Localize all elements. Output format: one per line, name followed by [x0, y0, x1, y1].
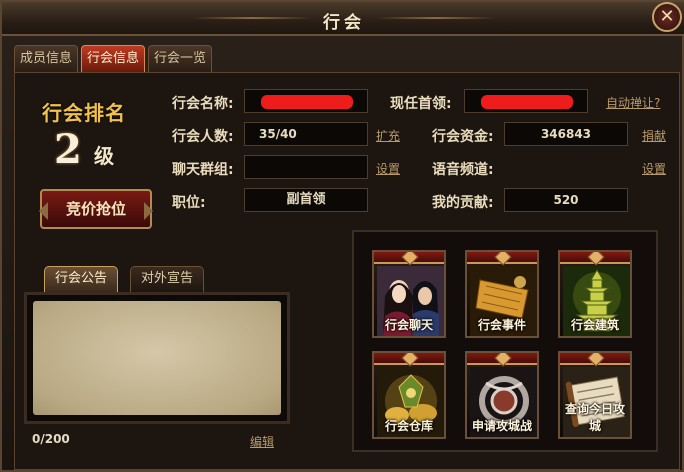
- guild-warehouse-label: 行会仓库: [384, 419, 433, 433]
- rank-unit: 级: [94, 144, 114, 168]
- siege-apply-label: 申请攻城战: [471, 419, 532, 433]
- contribution-label: 我的贡献:: [432, 195, 494, 211]
- funds-label: 行会资金:: [432, 129, 494, 145]
- chat-group-field[interactable]: [244, 155, 368, 179]
- siege-apply-card[interactable]: 申请攻城战: [465, 351, 539, 439]
- bid-for-rank-button[interactable]: 竞价抢位: [39, 189, 153, 229]
- guild-name-label: 行会名称:: [172, 96, 234, 112]
- chat-group-set-link[interactable]: 设置: [376, 160, 400, 177]
- donate-link[interactable]: 捐献: [642, 127, 666, 144]
- title-bar: 行会 ✕: [2, 2, 684, 36]
- notice-tabs: 行会公告 对外宣告: [44, 266, 205, 292]
- siege-query-card[interactable]: 查询今日攻城: [558, 351, 632, 439]
- leader-label: 现任首领:: [390, 96, 452, 112]
- guild-buildings-label: 行会建筑: [570, 318, 619, 332]
- auto-abdicate-link[interactable]: 自动禅让?: [606, 94, 660, 111]
- card-crown: [467, 252, 537, 264]
- tab-public-announcement[interactable]: 对外宣告: [130, 266, 205, 292]
- notice-box: [24, 292, 290, 424]
- notice-text-area[interactable]: [33, 301, 281, 415]
- tab-guild-list[interactable]: 行会一览: [148, 45, 213, 72]
- card-crown: [560, 353, 630, 365]
- rank-value: 2: [54, 126, 82, 173]
- guild-events-label: 行会事件: [477, 318, 526, 332]
- position-field: 副首领: [244, 188, 368, 212]
- voice-channel-label: 语音频道:: [432, 162, 494, 178]
- guild-chat-card[interactable]: 行会聊天: [372, 250, 446, 338]
- members-label: 行会人数:: [172, 129, 234, 145]
- card-crown: [467, 353, 537, 365]
- guild-name-field: [244, 89, 368, 113]
- close-icon[interactable]: ✕: [652, 2, 682, 32]
- guild-buildings-card[interactable]: 行会建筑: [558, 250, 632, 338]
- tab-member-info[interactable]: 成员信息: [14, 45, 79, 72]
- position-label: 职位:: [172, 195, 206, 211]
- tab-guild-info[interactable]: 行会信息: [81, 45, 146, 72]
- contribution-field: 520: [504, 188, 628, 212]
- siege-query-label: 查询今日攻城: [564, 402, 625, 433]
- funds-field: 346843: [504, 122, 628, 146]
- notice-char-count: 0/200: [32, 432, 70, 446]
- window-title: 行会: [323, 13, 365, 33]
- members-field: 35/40: [244, 122, 368, 146]
- card-crown: [560, 252, 630, 264]
- rank-title: 行会排名: [42, 101, 126, 125]
- redaction-mark: [481, 95, 573, 109]
- chat-group-label: 聊天群组:: [172, 162, 234, 178]
- main-tabs: 成员信息 行会信息 行会一览: [14, 45, 213, 72]
- leader-field: [464, 89, 588, 113]
- tab-guild-notice[interactable]: 行会公告: [44, 266, 119, 292]
- redaction-mark: [261, 95, 353, 109]
- edit-notice-link[interactable]: 编辑: [250, 433, 274, 450]
- guild-events-card[interactable]: 行会事件: [465, 250, 539, 338]
- guild-warehouse-card[interactable]: 行会仓库: [372, 351, 446, 439]
- voice-channel-set-link[interactable]: 设置: [642, 160, 666, 177]
- guild-window: 行会 ✕ 成员信息 行会信息 行会一览 行会排名 2 级 竞价抢位 行会名称: …: [0, 0, 684, 472]
- expand-link[interactable]: 扩充: [376, 127, 400, 144]
- card-crown: [374, 353, 444, 365]
- card-crown: [374, 252, 444, 264]
- guild-chat-label: 行会聊天: [384, 318, 433, 332]
